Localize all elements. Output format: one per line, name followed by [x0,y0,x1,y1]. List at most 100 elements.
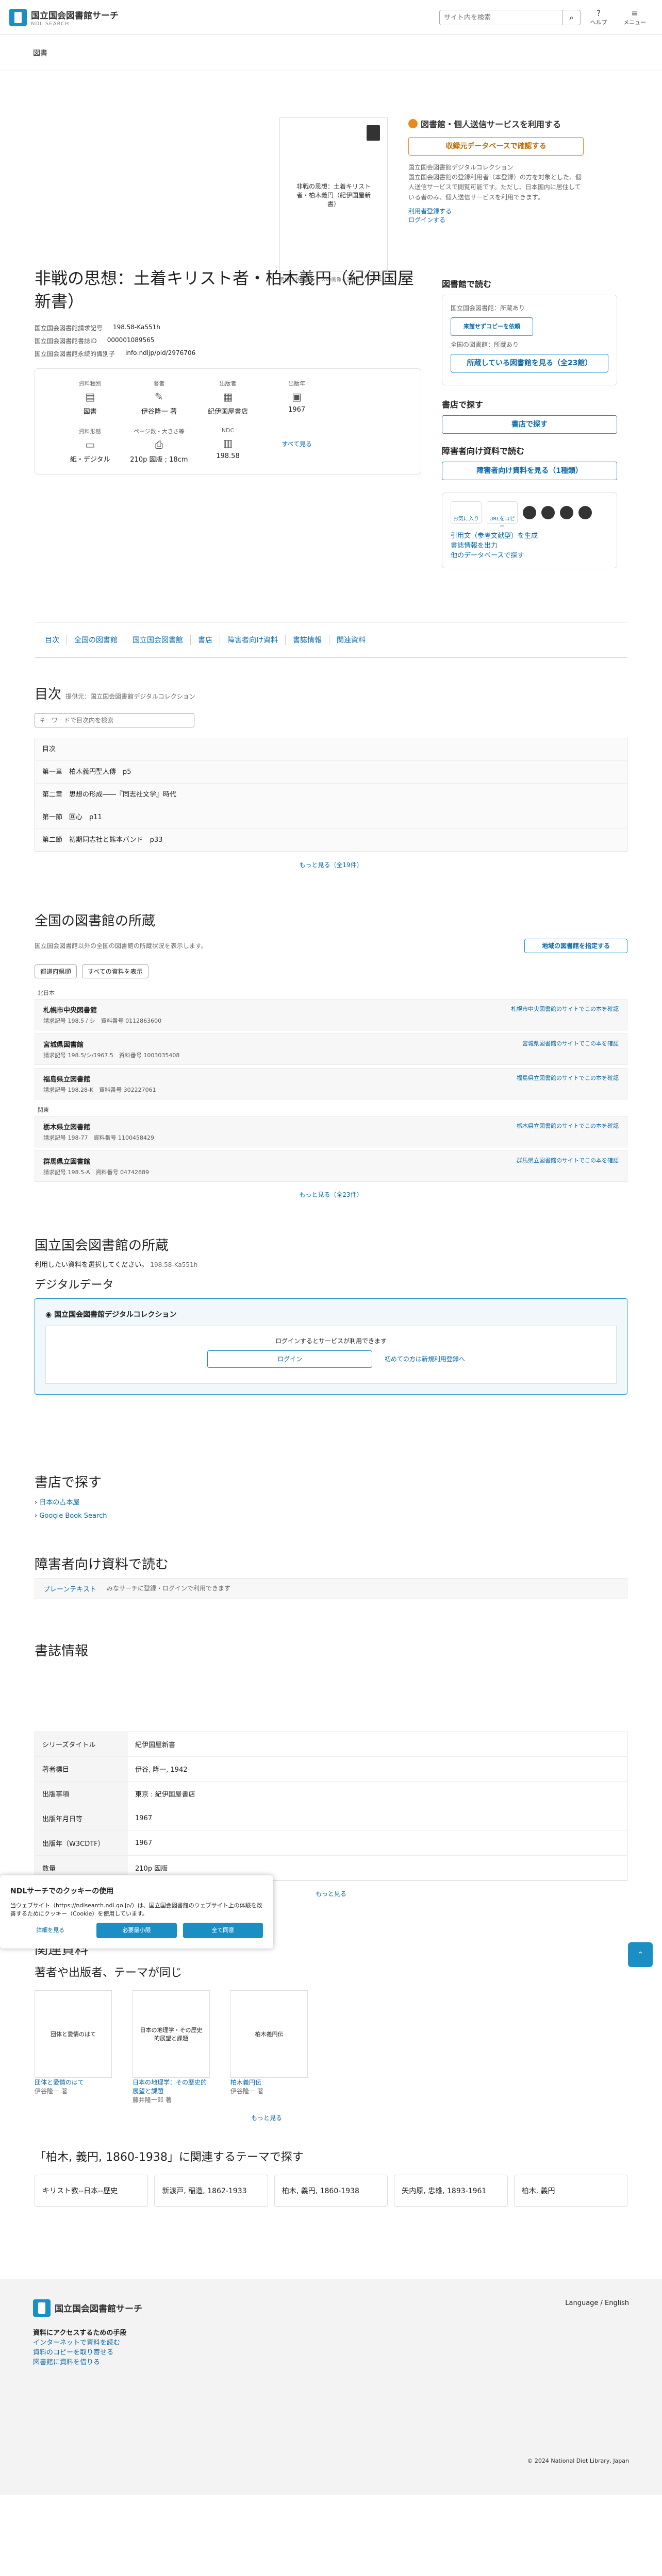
toc-search-input[interactable] [35,713,194,728]
theme-title: 「柏木, 義円, 1860-1938」に関連するテーマで探す [35,2150,304,2164]
shop-link[interactable]: Google Book Search [39,1512,107,1520]
biblio-row: 出版年（W3CDTF） 1967 [35,1831,627,1856]
filter-select[interactable]: すべての資料を表示 [82,964,148,979]
cookie-accept-button[interactable]: 全て同意 [183,1923,263,1938]
book-cover: 非戦の思想：土着キリスト者・柏木義円（紀伊国屋新書） [279,117,388,272]
register-link[interactable]: 利用者登録する [408,208,452,215]
login-button[interactable]: ログイン [207,1350,373,1368]
card-title: 団体と愛情のはて [35,2078,85,2086]
mail-icon[interactable] [578,506,592,520]
toc-more[interactable]: もっと見る（全19件） [35,860,627,869]
scroll-top-button[interactable]: ⌃ [628,1942,653,1967]
other-db-link[interactable]: 他のデータベースで探す [451,552,524,560]
theme-chip[interactable]: 新渡戸, 稲造, 1862-1933 [154,2174,268,2207]
help-button[interactable]: ? ヘルプ [581,8,617,26]
book-summary: 非戦の思想：土着キリスト者・柏木義円（紀伊国屋新書） 国立国会図書館請求記号 19… [35,267,421,581]
footer-link[interactable]: 資料のコピーを取り寄せる [33,2349,113,2357]
facets-grid: 資料種別 ▤ 図書 著者 ✎ 伊谷隆一 著 出版者 ▦ 紀伊国屋書店 出版年 ▣ 1967 資料… [35,368,421,474]
copy-request-button[interactable]: 来館せずコピーを依頼 [451,317,533,336]
nav-item[interactable]: 書店 [190,635,212,646]
national-status: 全国の図書館：所蔵あり [451,341,519,349]
nav-item[interactable]: 関連資料 [329,635,366,646]
acc-button[interactable]: 障害者向け資料を見る（1種類） [442,462,617,481]
lib-name: 宮城県図書館 [43,1041,84,1049]
libs-desc: 国立国会図書館以外の全国の図書館の所蔵状況を表示します。 [35,942,207,950]
ndl-call: 198.58-Ka551h [150,1261,198,1269]
lib-item: 宮城県図書館 請求記号 198.5/シ/1967.5 資料番号 100303540… [35,1033,627,1065]
footer-logo-icon [33,2299,51,2317]
related-card[interactable]: 日本の地理学・その歴史的展望と課題 日本の地理学：その歴史的展望と課題 藤井隆一郎 … [133,1990,210,2105]
lib-name: 札幌市中央図書館 [43,1007,97,1015]
toc-item[interactable]: 第二章 思想の形成――『同志社文学』時代 [35,784,627,807]
cite-link[interactable]: 引用文（参考文献型）を生成 [451,532,538,540]
login-note: ログインするとサービスが利用できます [275,1337,387,1345]
nav-item[interactable]: 全国の図書館 [67,635,118,646]
source-db-button[interactable]: 収録元データベースで確認する [408,137,584,156]
lib-link[interactable]: 宮城県図書館のサイトでこの本を確認 [522,1039,619,1059]
sort-select[interactable]: 都道府県順 [35,964,77,979]
biblio-row: シリーズタイトル 紀伊国屋新書 [35,1732,627,1757]
nav-item[interactable]: 目次 [35,635,59,645]
search-button[interactable]: ⌕ [563,9,581,25]
ndl-desc: 利用したい資料を選択してください。 [35,1261,148,1269]
related-card[interactable]: 団体と愛情のはて 団体と愛情のはて 伊谷隆一 著 [35,1990,112,2105]
register-button[interactable]: 初めての方は新規利用登録へ [385,1355,465,1363]
shop-link[interactable]: 日本の古本屋 [39,1499,79,1506]
see-all-link[interactable]: すべて見る [282,440,312,448]
language-switch[interactable]: Language / English [565,2299,629,2307]
theme-chip[interactable]: キリスト教--日本--歴史 [35,2174,148,2207]
nav-item[interactable]: 障害者向け資料 [220,635,278,646]
favorite-button[interactable]: お気に入り [451,501,482,524]
facet-value[interactable]: 紀伊国屋書店 [193,406,262,416]
biblio-row: 著者標目 伊谷, 隆一, 1942- [35,1756,627,1782]
site-logo[interactable]: 国立国会図書館サーチ NDL SEARCH [9,8,119,27]
lib-link[interactable]: 福島県立図書館のサイトでこの本を確認 [517,1074,619,1094]
related-sub: 著者や出版者、テーマが同じ [35,1966,183,1979]
search-input[interactable] [439,9,563,25]
facebook-icon[interactable] [541,506,555,520]
theme-chip[interactable]: 柏木, 義円 [514,2174,628,2207]
export-link[interactable]: 書誌情報を出力 [451,542,498,550]
x-icon[interactable] [523,506,536,520]
collection-name[interactable]: 国立国会図書館デジタルコレクション [54,1311,176,1319]
toc-item[interactable]: 第一節 回心 p11 [35,806,627,829]
theme-chip[interactable]: 矢内原, 忠雄, 1893-1961 [394,2174,508,2207]
menu-label: メニュー [623,19,646,26]
service-icon [408,119,418,128]
collection-label: 国立国会図書館デジタルコレクション [408,164,514,171]
facet-value: 紙・デジタル [70,455,110,464]
menu-button[interactable]: ≡ メニュー [617,8,653,26]
related-more[interactable]: もっと見る [251,2113,627,2122]
nav-item[interactable]: 書誌情報 [285,635,322,646]
holding-libs-button[interactable]: 所蔵している図書館を見る（全23館） [451,354,608,373]
lib-link[interactable]: 群馬県立図書館のサイトでこの本を確認 [517,1156,619,1176]
toc-item[interactable]: 目次 [35,738,627,761]
copy-url-button[interactable]: URLをコピー [487,501,518,530]
footer-link[interactable]: インターネットで資料を読む [33,2339,120,2347]
cookie-min-button[interactable]: 必要最小限 [96,1923,177,1938]
facet-value[interactable]: 伊谷隆一 著 [125,406,194,416]
cookie-detail-button[interactable]: 詳細を見る [10,1923,90,1938]
nav-item[interactable]: 国立国会図書館 [125,635,183,646]
login-link[interactable]: ログインする [408,216,445,224]
line-icon[interactable] [560,506,573,520]
acc-item-link[interactable]: プレーンテキスト [43,1584,96,1594]
bookstore-button[interactable]: 書店で探す [442,415,617,434]
footer-link[interactable]: 図書館に資料を借りる [33,2359,100,2366]
libs-more[interactable]: もっと見る（全23件） [35,1190,627,1199]
region-button[interactable]: 地域の図書館を指定する [524,939,627,954]
toc-item[interactable]: 第二節 初期同志社と熊本バンド p33 [35,829,627,852]
lib-link[interactable]: 札幌市中央図書館のサイトでこの本を確認 [511,1005,619,1025]
site-footer: 国立国会図書館サーチ 資料にアクセスするための手段 インターネットで資料を読む … [0,2278,662,2495]
card-title: 日本の地理学：その歴史的展望と課題 [133,2078,207,2095]
toc-item[interactable]: 第一章 柏木義円聖人傳 p5 [35,761,627,784]
lib-link[interactable]: 栃木県立図書館のサイトでこの本を確認 [517,1122,619,1142]
theme-chip[interactable]: 柏木, 義円, 1860-1938 [274,2174,388,2207]
footer-logo[interactable]: 国立国会図書館サーチ [55,2301,142,2314]
facet-label: 資料形態 [78,428,102,435]
digital-title: デジタルデータ [35,1278,114,1292]
breadcrumb-item[interactable]: 図書 [33,48,47,58]
facet-value: 198.58 [216,452,240,460]
related-card[interactable]: 柏木義円伝 柏木義円伝 伊谷隆一 著 [230,1990,308,2105]
facet: 資料形態 ▭ 紙・デジタル [56,427,125,464]
